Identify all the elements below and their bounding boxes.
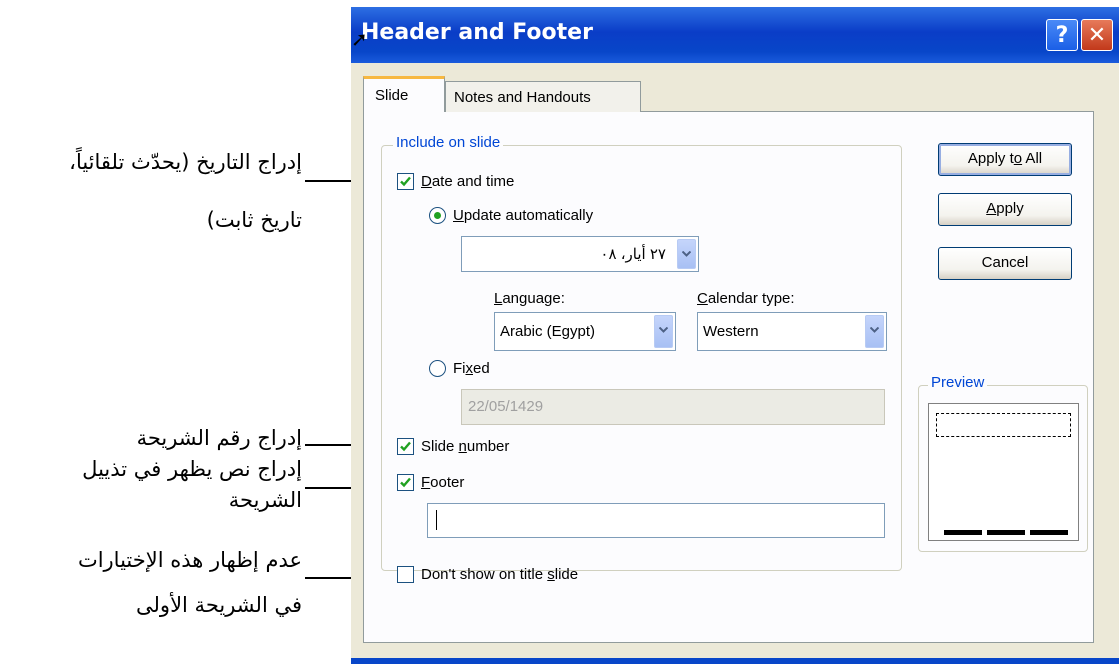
include-group-label: Include on slide <box>393 134 504 151</box>
text-caret <box>436 510 437 530</box>
slide-number-label: Slide number <box>421 438 510 455</box>
calendar-type-dropdown[interactable]: Western <box>697 312 887 351</box>
apply-to-all-button[interactable]: Apply to All <box>938 143 1072 176</box>
tab-notes-and-handouts[interactable]: Notes and Handouts <box>445 81 641 112</box>
preview-title-placeholder <box>936 413 1071 437</box>
chevron-down-icon[interactable] <box>677 239 696 269</box>
preview-footer-placeholder <box>987 530 1025 535</box>
preview-slide-thumbnail <box>928 403 1079 541</box>
date-time-checkbox[interactable] <box>397 173 414 190</box>
header-footer-dialog: Header and Footer ➚ ? ✕ Slide Notes and … <box>351 7 1119 664</box>
window-bottom-edge <box>351 658 1119 664</box>
cancel-button[interactable]: Cancel <box>938 247 1072 280</box>
annotation-title-slide: عدم إظهار هذه الإختيارات <box>77 548 302 572</box>
footer-checkbox[interactable] <box>397 474 414 491</box>
annotation-date: إدراج التاريخ (يحدّث تلقائياً، <box>69 150 302 174</box>
date-format-dropdown[interactable]: ٢٧ أيار، ٠٨ <box>461 236 699 272</box>
language-value: Arabic (Egypt) <box>500 323 596 340</box>
chevron-down-icon[interactable] <box>654 315 673 348</box>
annotation-date-2: تاريخ ثابت) <box>206 208 302 232</box>
fixed-date-value: 22/05/1429 <box>468 398 544 415</box>
date-format-value: ٢٧ أيار، ٠٨ <box>600 246 666 263</box>
mouse-cursor-icon: ➚ <box>351 27 368 51</box>
chevron-down-icon[interactable] <box>865 315 884 348</box>
dont-show-on-title-checkbox[interactable] <box>397 566 414 583</box>
annotation-footer: إدراج نص يظهر في تذييل <box>82 457 302 481</box>
fixed-date-field[interactable]: 22/05/1429 <box>461 389 885 425</box>
tab-slide[interactable]: Slide <box>363 76 445 112</box>
calendar-type-label: Calendar type: <box>697 290 795 307</box>
dont-show-on-title-label: Don't show on title slide <box>421 566 579 583</box>
preview-date-placeholder <box>944 530 982 535</box>
update-automatically-radio[interactable] <box>429 207 446 224</box>
preview-label: Preview <box>928 374 988 391</box>
title-bar[interactable]: Header and Footer ➚ ? ✕ <box>351 7 1119 63</box>
help-button[interactable]: ? <box>1046 19 1078 51</box>
dialog-title: Header and Footer <box>361 20 593 45</box>
annotation-slide-number: إدراج رقم الشريحة <box>136 426 302 450</box>
annotation-title-slide-2: في الشريحة الأولى <box>136 593 302 617</box>
apply-button[interactable]: Apply <box>938 193 1072 226</box>
fixed-radio[interactable] <box>429 360 446 377</box>
annotation-footer-2: الشريحة <box>228 488 302 512</box>
slide-number-checkbox[interactable] <box>397 438 414 455</box>
footer-label: Footer <box>421 474 465 491</box>
fixed-label: Fixed <box>453 360 490 377</box>
language-label: Language: <box>494 290 565 307</box>
preview-number-placeholder <box>1030 530 1068 535</box>
footer-text-input[interactable] <box>427 503 885 538</box>
language-dropdown[interactable]: Arabic (Egypt) <box>494 312 676 351</box>
calendar-type-value: Western <box>703 323 759 340</box>
update-automatically-label: Update automatically <box>453 207 594 224</box>
close-button[interactable]: ✕ <box>1081 19 1113 51</box>
date-time-label: Date and time <box>421 173 515 190</box>
